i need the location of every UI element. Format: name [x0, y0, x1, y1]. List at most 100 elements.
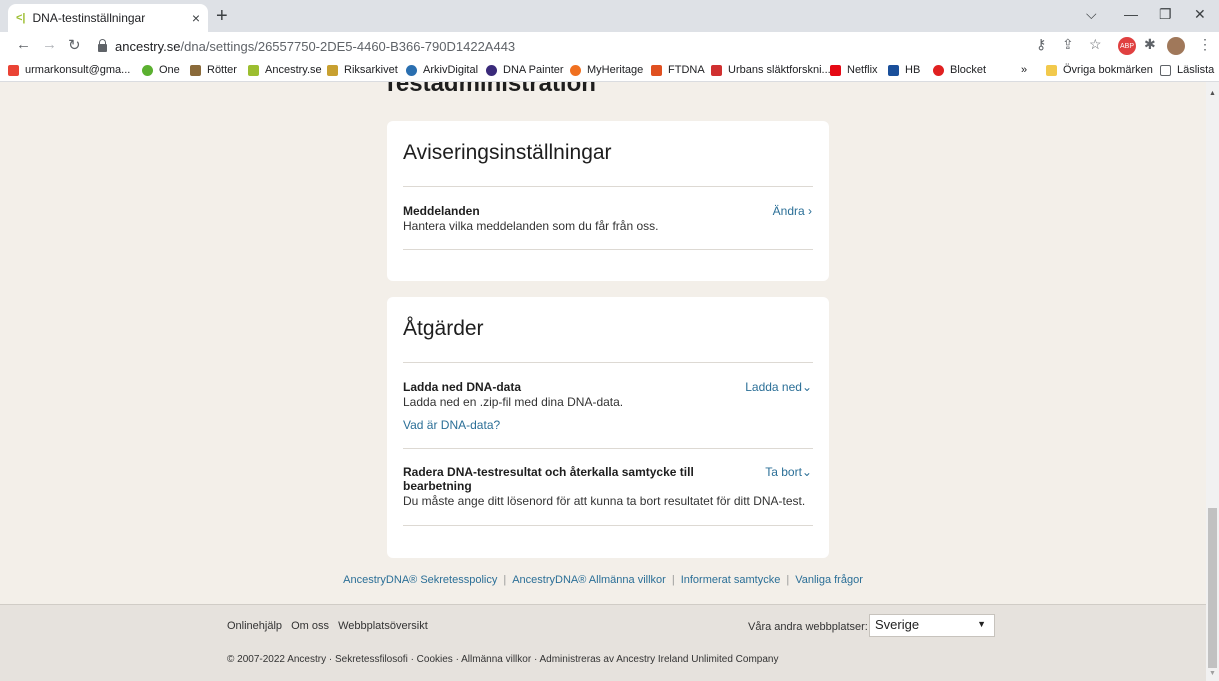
tab-strip: <| DNA-testinställningar × + ⌵ — ❐ ✕ [0, 0, 1219, 32]
divider [403, 249, 813, 250]
myheritage-icon [570, 64, 581, 76]
footer-link-help[interactable]: Onlinehjälp [227, 620, 282, 632]
ancestry-icon [248, 64, 259, 76]
country-select[interactable]: Sverige ▼ [869, 614, 995, 637]
bookmark-gmail[interactable]: urmarkonsult@gma... [8, 64, 130, 76]
messages-description: Hantera vilka meddelanden som du får frå… [403, 219, 659, 233]
link-separator: | [671, 574, 675, 586]
ancestry-favicon-icon: <| [16, 12, 26, 24]
informed-consent-link[interactable]: Informerat samtycke [681, 574, 781, 586]
site-footer: Onlinehjälp Om oss Webbplatsöversikt Vår… [0, 604, 1206, 681]
other-sites-label: Våra andra webbplatser: [748, 621, 868, 633]
download-dna-title: Ladda ned DNA-data [403, 380, 522, 394]
divider [403, 525, 813, 526]
tab-title: DNA-testinställningar [32, 11, 146, 25]
bookmark-netflix[interactable]: Netflix [830, 64, 878, 76]
restore-icon[interactable]: ❐ [1159, 6, 1172, 23]
what-is-dna-data-link[interactable]: Vad är DNA-data? [403, 418, 500, 432]
actions-card: Åtgärder Ladda ned DNA-data Ladda ned en… [387, 297, 829, 558]
actions-title: Åtgärder [403, 317, 484, 340]
divider [403, 448, 813, 449]
scroll-up-icon[interactable]: ▲ [1209, 90, 1216, 97]
bookmark-rotter[interactable]: Rötter [190, 64, 237, 76]
divider [403, 362, 813, 363]
scroll-down-icon[interactable]: ▼ [1209, 670, 1216, 677]
url-host: ancestry.se [115, 38, 181, 54]
section-title: Testadministration [383, 82, 596, 97]
legal-links: AncestryDNA® Sekretesspolicy | AncestryDNA… [0, 574, 1206, 586]
reading-list[interactable]: Läslista [1160, 64, 1214, 76]
share-icon[interactable]: ⇪ [1062, 36, 1074, 53]
rotter-icon [190, 64, 201, 76]
bookmark-riksarkivet[interactable]: Riksarkivet [327, 64, 398, 76]
footer-link-about[interactable]: Om oss [291, 620, 329, 632]
browser-toolbar: ← → ↻ ancestry.se /dna/settings/26557750… [0, 32, 1219, 60]
dropdown-arrow-icon: ▼ [977, 619, 986, 629]
messages-title: Meddelanden [403, 204, 480, 218]
page-scrollbar[interactable]: ▲ ▼ [1206, 82, 1219, 681]
address-bar[interactable]: ancestry.se /dna/settings/26557750-2DE5-… [98, 34, 1028, 58]
bookmarks-bar: urmarkonsult@gma... One Rötter Ancestry.… [0, 60, 1219, 82]
bookmark-hb[interactable]: HB [888, 64, 920, 76]
download-dna-button[interactable]: Ladda ned⌄ [745, 380, 812, 394]
bookmark-one[interactable]: One [142, 64, 180, 76]
tab-search-icon[interactable]: ⌵ [1086, 6, 1097, 23]
arkivdigital-icon [406, 64, 417, 76]
reading-list-icon [1160, 64, 1171, 76]
download-dna-description: Ladda ned en .zip-fil med dina DNA-data. [403, 395, 624, 409]
link-separator: | [786, 574, 790, 586]
notification-settings-card: Aviseringsinställningar Meddelanden Hant… [387, 121, 829, 281]
netflix-icon [830, 64, 841, 76]
bookmark-myheritage[interactable]: MyHeritage [570, 64, 643, 76]
gmail-icon [8, 64, 19, 76]
close-tab-icon[interactable]: × [192, 10, 200, 26]
delete-dna-title: Radera DNA-testresultat och återkalla sa… [403, 465, 694, 493]
new-tab-button[interactable]: + [216, 5, 228, 27]
bookmark-arkivdigital[interactable]: ArkivDigital [406, 64, 478, 76]
one-icon [142, 64, 153, 76]
bookmark-blocket[interactable]: Blocket [933, 64, 986, 76]
riksarkivet-icon [327, 64, 338, 76]
scroll-thumb[interactable] [1208, 508, 1217, 668]
browser-tab[interactable]: <| DNA-testinställningar × [8, 4, 208, 32]
delete-dna-description: Du måste ange ditt lösenord för att kunn… [403, 494, 806, 508]
dnapainter-icon [486, 64, 497, 76]
minimize-icon[interactable]: — [1124, 6, 1138, 22]
adblock-extension-icon[interactable]: ABP [1118, 37, 1136, 55]
country-value: Sverige [875, 617, 920, 632]
urbans-icon [711, 64, 722, 76]
change-messages-link[interactable]: Ändra › [773, 204, 812, 218]
link-separator: | [503, 574, 507, 586]
lock-icon [98, 39, 107, 52]
faq-link[interactable]: Vanliga frågor [795, 574, 863, 586]
bookmark-dnapainter[interactable]: DNA Painter [486, 64, 564, 76]
delete-dna-button[interactable]: Ta bort⌄ [765, 465, 812, 479]
forward-icon[interactable]: → [42, 36, 57, 53]
footer-links: Onlinehjälp Om oss Webbplatsöversikt [227, 620, 434, 632]
footer-link-sitemap[interactable]: Webbplatsöversikt [338, 620, 428, 632]
bookmark-ancestry[interactable]: Ancestry.se [248, 64, 322, 76]
menu-icon[interactable]: ⋮ [1198, 36, 1212, 53]
terms-link[interactable]: AncestryDNA® Allmänna villkor [512, 574, 666, 586]
back-icon[interactable]: ← [16, 36, 31, 53]
notification-settings-title: Aviseringsinställningar [403, 141, 612, 164]
extensions-icon[interactable]: ✱ [1144, 36, 1156, 53]
bookmark-urbans[interactable]: Urbans släktforskni... [711, 64, 831, 76]
profile-avatar[interactable] [1167, 37, 1185, 55]
copyright: © 2007-2022 Ancestry · Sekretessfilosofi… [227, 654, 779, 665]
more-bookmarks-button[interactable]: » [1021, 64, 1027, 76]
key-icon[interactable]: ⚷ [1036, 36, 1046, 53]
blocket-icon [933, 64, 944, 76]
privacy-policy-link[interactable]: AncestryDNA® Sekretesspolicy [343, 574, 497, 586]
divider [403, 186, 813, 187]
page-content: Testadministration Aviseringsinställning… [0, 82, 1206, 681]
close-window-icon[interactable]: ✕ [1194, 6, 1206, 23]
folder-icon [1046, 64, 1057, 76]
reload-icon[interactable]: ↻ [68, 36, 81, 54]
hb-icon [888, 64, 899, 76]
ftdna-icon [651, 64, 662, 76]
bookmark-star-icon[interactable]: ☆ [1089, 36, 1102, 53]
other-bookmarks-folder[interactable]: Övriga bokmärken [1046, 64, 1153, 76]
bookmark-ftdna[interactable]: FTDNA [651, 64, 705, 76]
url-path: /dna/settings/26557750-2DE5-4460-B366-79… [180, 38, 516, 54]
